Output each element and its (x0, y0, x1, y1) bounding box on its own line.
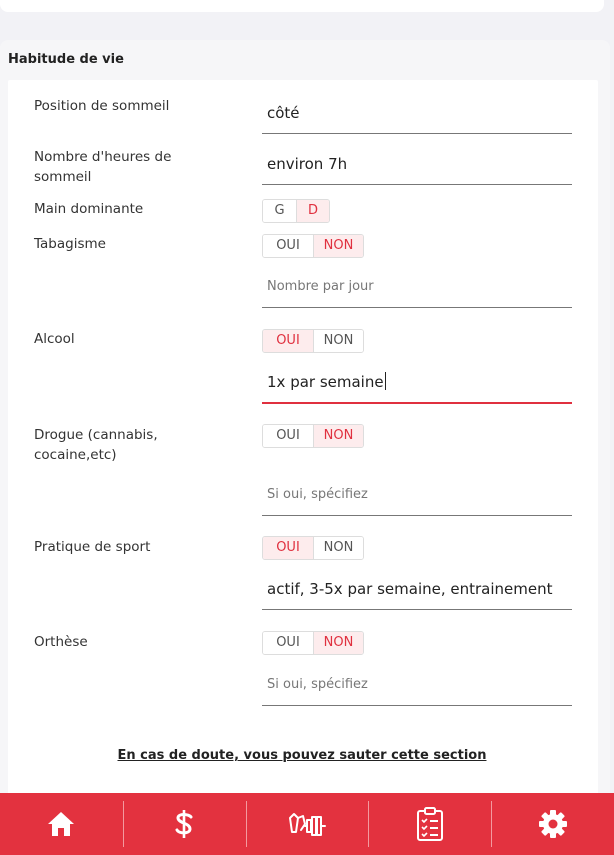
tabagisme-detail-field[interactable]: Nombre par jour (262, 270, 572, 308)
sommeil-position-label: Position de sommeil (34, 98, 170, 114)
sport-detail-value: actif, 3-5x par semaine, entrainement (267, 580, 553, 598)
sport-label: Pratique de sport (34, 539, 151, 555)
sport-option-oui[interactable]: OUI (263, 537, 313, 559)
alcool-toggle: OUI NON (262, 329, 364, 353)
alcool-detail-field[interactable]: 1x par semaine (262, 362, 572, 404)
tabagisme-label: Tabagisme (34, 236, 106, 252)
sport-toggle: OUI NON (262, 536, 364, 560)
sommeil-heures-value: environ 7h (267, 155, 348, 173)
drogue-detail-field[interactable]: Si oui, spécifiez (262, 478, 572, 516)
nav-exercises[interactable] (245, 793, 369, 855)
nav-home[interactable] (0, 793, 123, 855)
sommeil-heures-label: Nombre d'heures de sommeil (34, 149, 172, 185)
sommeil-position-value: côté (267, 104, 300, 122)
clipboard-checklist-icon (416, 807, 443, 841)
orthese-option-non[interactable]: NON (313, 632, 363, 654)
main-dominante-option-g[interactable]: G (263, 200, 296, 222)
main-dominante-option-d[interactable]: D (296, 200, 329, 222)
sport-detail-field[interactable]: actif, 3-5x par semaine, entrainement (262, 571, 572, 610)
alcool-option-non[interactable]: NON (313, 330, 363, 352)
section-title: Habitude de vie (8, 52, 124, 67)
drogue-toggle: OUI NON (262, 424, 364, 448)
nav-forms[interactable] (368, 793, 491, 855)
drogue-option-non[interactable]: NON (313, 425, 363, 447)
orthese-option-oui[interactable]: OUI (263, 632, 313, 654)
drogue-detail-placeholder: Si oui, spécifiez (267, 487, 368, 502)
tabagisme-toggle: OUI NON (262, 234, 364, 258)
drogue-label: Drogue (cannabis, cocaine,etc) (34, 427, 158, 463)
alcool-label: Alcool (34, 331, 75, 347)
skip-section-link[interactable]: En cas de doute, vous pouvez sauter cett… (0, 748, 604, 763)
alcool-detail-value: 1x par semaine (267, 373, 384, 391)
tabagisme-option-oui[interactable]: OUI (263, 235, 313, 257)
dollar-icon (175, 810, 193, 838)
gear-icon (538, 810, 567, 838)
text-caret (384, 372, 386, 390)
orthese-label: Orthèse (34, 634, 88, 650)
orthese-detail-placeholder: Si oui, spécifiez (267, 677, 368, 692)
sport-option-non[interactable]: NON (313, 537, 363, 559)
alcool-option-oui[interactable]: OUI (263, 330, 313, 352)
orthese-toggle: OUI NON (262, 631, 364, 655)
sommeil-heures-field[interactable]: environ 7h (262, 147, 572, 185)
tabagisme-detail-placeholder: Nombre par jour (267, 279, 374, 294)
alcool-detail-value-wrap: 1x par semaine (267, 372, 386, 391)
bottom-nav (0, 793, 614, 855)
main-dominante-label: Main dominante (34, 201, 144, 217)
exercise-icon (288, 813, 326, 836)
previous-section-card (0, 0, 604, 12)
orthese-detail-field[interactable]: Si oui, spécifiez (262, 668, 572, 706)
nav-billing[interactable] (122, 793, 246, 855)
nav-settings[interactable] (491, 793, 614, 855)
home-icon (48, 812, 75, 836)
tabagisme-option-non[interactable]: NON (313, 235, 363, 257)
drogue-option-oui[interactable]: OUI (263, 425, 313, 447)
main-dominante-toggle: G D (262, 199, 330, 223)
sommeil-position-field[interactable]: côté (262, 96, 572, 134)
